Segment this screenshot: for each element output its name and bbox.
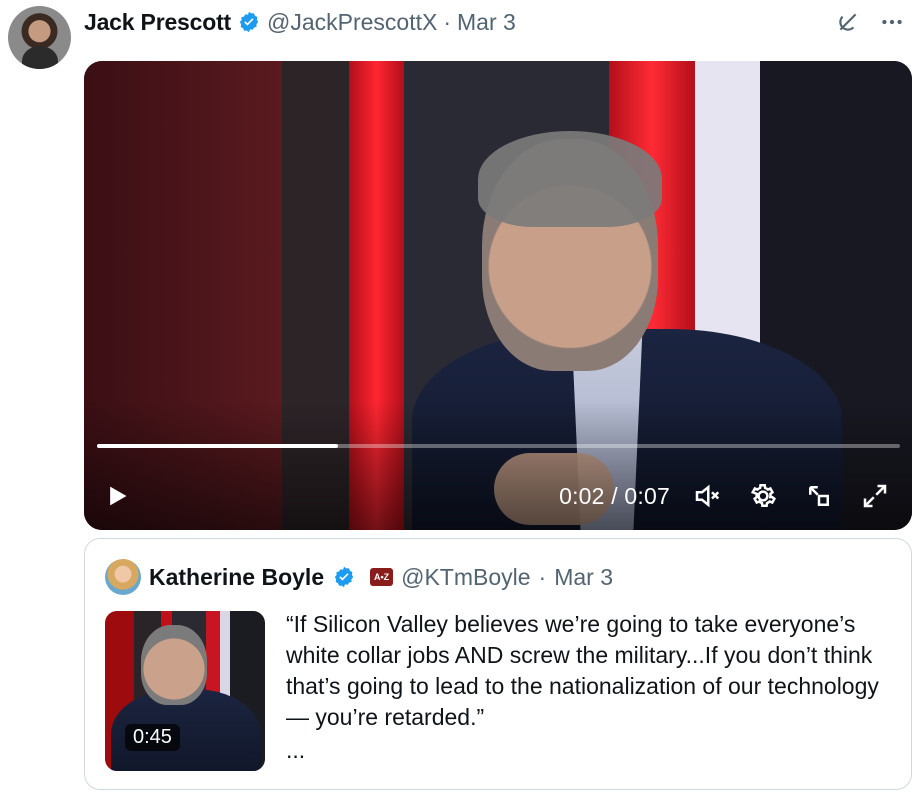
post-avatar[interactable] [8,6,71,69]
video-duration-badge: 0:45 [125,724,180,751]
post-header: Jack Prescott @JackPrescottX · Mar 3 [84,6,516,38]
quoted-date[interactable]: Mar 3 [554,564,613,591]
video-controls: 0:02 / 0:07 [96,476,894,516]
author-name[interactable]: Jack Prescott [84,9,231,36]
settings-icon[interactable] [744,477,782,515]
separator-dot: · [443,8,452,35]
quoted-video-thumbnail[interactable]: 0:45 [105,611,265,771]
mute-icon[interactable] [688,477,726,515]
quoted-author-name[interactable]: Katherine Boyle [149,564,324,591]
more-icon[interactable] [878,8,906,36]
grok-icon[interactable] [834,8,862,36]
video-time: 0:02 / 0:07 [559,482,670,509]
play-icon[interactable] [96,476,136,516]
pip-icon[interactable] [800,477,838,515]
verified-badge-icon [334,566,354,588]
video-progress-fill [97,444,338,448]
quoted-avatar[interactable] [105,559,141,595]
thumbnail-speaker-head [141,625,207,705]
quoted-more-ellipsis: ... [286,737,306,763]
quoted-separator-dot: · [538,563,547,590]
fullscreen-icon[interactable] [856,477,894,515]
quoted-post[interactable]: Katherine Boyle A•Z @KTmBoyle · Mar 3 0:… [84,538,912,790]
org-badge-icon: A•Z [370,568,394,586]
quoted-author-handle[interactable]: @KTmBoyle [401,564,530,591]
speaker-hair [478,131,662,227]
quoted-header: Katherine Boyle A•Z @KTmBoyle · Mar 3 [105,559,613,595]
post-actions [834,8,906,36]
verified-badge-icon [239,11,259,33]
video-player[interactable]: 0:02 / 0:07 [84,61,912,530]
author-handle[interactable]: @JackPrescottX [267,9,437,36]
quoted-text: “If Silicon Valley believes we’re going … [286,611,879,730]
post-date[interactable]: Mar 3 [457,9,516,36]
video-progress[interactable] [97,444,900,448]
